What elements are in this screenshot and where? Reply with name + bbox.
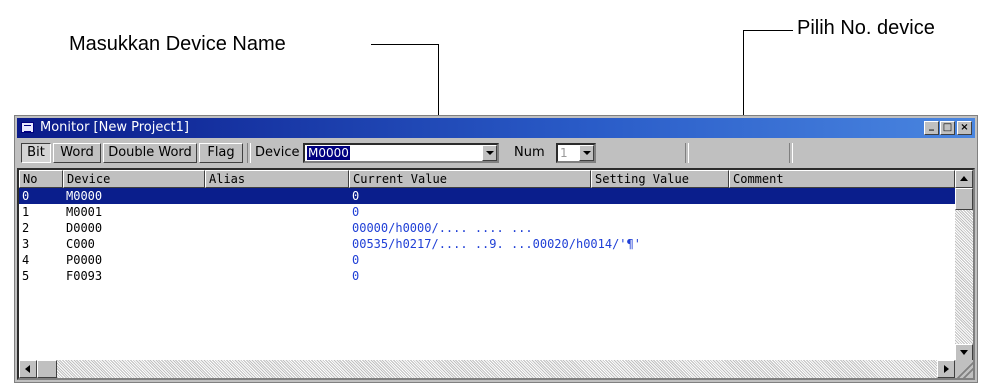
window-titlebar[interactable]: Monitor [New Project1] _ □ × <box>17 118 975 138</box>
cell-device: P0000 <box>66 253 103 267</box>
device-name-callout-line <box>371 44 439 45</box>
toolbar-separator <box>685 143 689 163</box>
scroll-up-arrow-icon[interactable] <box>955 170 973 188</box>
cell-device: F0093 <box>66 269 103 283</box>
cell-current-value: 00000/h0000/.... .... ... <box>352 221 533 235</box>
cell-no: 0 <box>22 189 30 203</box>
cell-current-value: 0 <box>352 205 360 219</box>
monitor-window: Monitor [New Project1] _ □ × Bit Word Do… <box>14 115 978 383</box>
device-name-annotation: Masukkan Device Name <box>69 33 286 55</box>
table-row[interactable]: 4 P0000 0 <box>19 252 955 268</box>
device-no-annotation: Pilih No. device <box>797 17 935 39</box>
device-no-callout-line <box>743 30 793 31</box>
resize-grip-icon[interactable] <box>955 360 973 378</box>
cell-no: 3 <box>22 237 30 251</box>
close-button[interactable]: × <box>957 121 972 135</box>
column-header-alias[interactable]: Alias <box>205 170 349 188</box>
device-number-combobox[interactable]: 1 <box>556 143 596 163</box>
column-header-no[interactable]: No <box>19 170 63 188</box>
cell-no: 5 <box>22 269 30 283</box>
cell-no: 2 <box>22 221 30 235</box>
scroll-left-arrow-icon[interactable] <box>19 360 37 378</box>
column-header-setting-value[interactable]: Setting Value <box>591 170 729 188</box>
cell-no: 1 <box>22 205 30 219</box>
window-app-icon <box>21 122 34 133</box>
monitor-table: No Device Alias Current Value Setting Va… <box>17 168 975 380</box>
num-label: Num <box>514 145 545 160</box>
minimize-button[interactable]: _ <box>924 121 939 135</box>
table-row[interactable]: 1 M0001 0 <box>19 204 955 220</box>
tab-flag[interactable]: Flag <box>199 143 243 163</box>
monitor-toolbar: Bit Word Double Word Flag Device M0000 N… <box>17 140 975 166</box>
chevron-down-icon[interactable] <box>482 145 497 161</box>
scroll-right-arrow-icon[interactable] <box>937 360 955 378</box>
device-label: Device <box>255 145 300 160</box>
table-row[interactable]: 3 C000 00535/h0217/.... ..9. ...00020/h0… <box>19 236 955 252</box>
table-header: No Device Alias Current Value Setting Va… <box>19 170 955 188</box>
device-name-combobox[interactable]: M0000 <box>303 143 499 163</box>
cell-current-value: 0 <box>352 253 360 267</box>
chevron-down-icon[interactable] <box>579 145 594 161</box>
maximize-button[interactable]: □ <box>940 121 955 135</box>
horizontal-scrollbar[interactable] <box>19 360 955 378</box>
toolbar-separator <box>247 143 251 163</box>
column-header-device[interactable]: Device <box>63 170 205 188</box>
cell-no: 4 <box>22 253 30 267</box>
cell-current-value: 0 <box>352 189 360 203</box>
tab-word[interactable]: Word <box>53 143 101 163</box>
device-name-value: M0000 <box>307 146 350 160</box>
cell-current-value: 00535/h0217/.... ..9. ...00020/h0014/'¶' <box>352 237 641 251</box>
cell-device: D0000 <box>66 221 103 235</box>
table-row[interactable]: 5 F0093 0 <box>19 268 955 284</box>
cell-current-value: 0 <box>352 269 360 283</box>
tab-bit[interactable]: Bit <box>21 143 51 163</box>
cell-device: C000 <box>66 237 95 251</box>
horizontal-scroll-thumb[interactable] <box>37 360 57 378</box>
vertical-scroll-thumb[interactable] <box>955 188 973 210</box>
device-number-value: 1 <box>560 146 568 160</box>
column-header-comment[interactable]: Comment <box>729 170 955 188</box>
table-row[interactable]: 2 D0000 00000/h0000/.... .... ... <box>19 220 955 236</box>
vertical-scrollbar[interactable] <box>955 170 973 362</box>
toolbar-separator <box>789 143 793 163</box>
tab-double-word[interactable]: Double Word <box>103 143 197 163</box>
column-header-current-value[interactable]: Current Value <box>349 170 591 188</box>
window-title: Monitor [New Project1] <box>40 120 189 135</box>
cell-device: M0001 <box>66 205 103 219</box>
table-row[interactable]: 0 M0000 0 <box>19 188 955 204</box>
cell-device: M0000 <box>66 189 103 203</box>
